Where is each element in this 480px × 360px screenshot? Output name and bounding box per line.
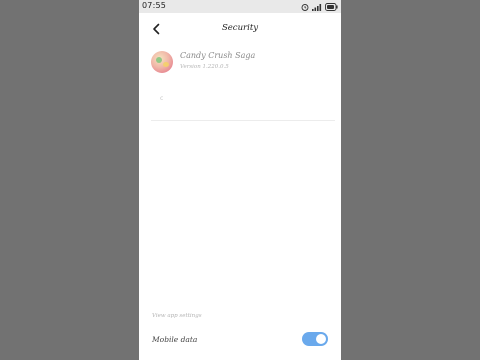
candy-crush-app-icon [151,51,173,73]
status-time: 07:55 [142,1,167,10]
small-glyph: c [160,95,164,102]
status-icons [301,2,338,11]
signal-icon [312,3,322,11]
page-title: Security [221,23,259,33]
section-label-view-app-settings: View app settings [152,313,202,319]
alarm-icon [301,3,309,11]
title-bar: Security [139,16,341,42]
mobile-data-toggle[interactable] [302,332,328,346]
divider [151,120,335,121]
app-info-row: Candy Crush Saga Version 1.220.0.5 [151,49,331,77]
mobile-data-label: Mobile data [152,335,198,344]
app-name: Candy Crush Saga [180,51,256,60]
battery-icon [325,2,338,11]
app-version: Version 1.220.0.5 [180,64,229,70]
phone-screen: 07:55 Security Candy Crush Saga Version … [139,0,341,360]
status-bar: 07:55 [139,0,341,13]
toggle-knob [316,334,326,344]
mobile-data-row[interactable]: Mobile data [139,330,341,350]
